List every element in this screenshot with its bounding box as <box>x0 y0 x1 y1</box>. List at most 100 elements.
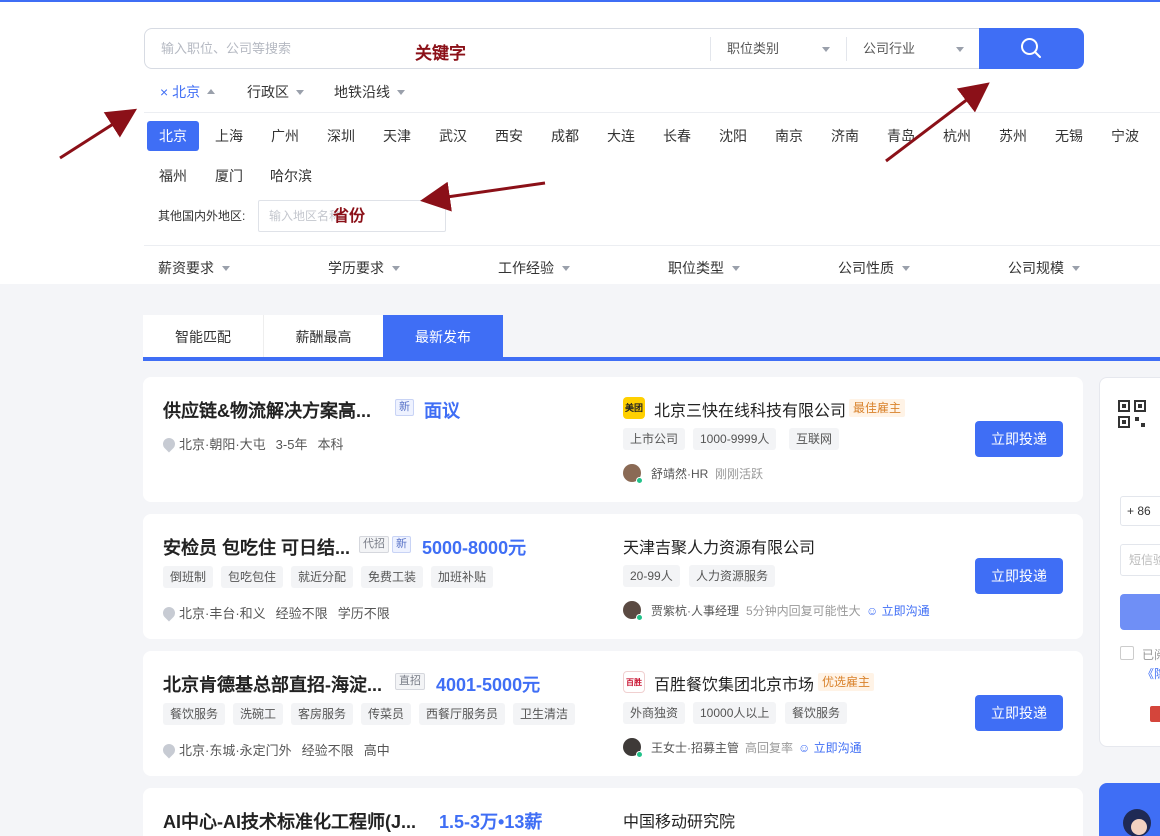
job-tag: 包吃包住 <box>221 566 284 588</box>
job-title[interactable]: 供应链&物流解决方案高... <box>163 397 371 423</box>
online-dot <box>636 477 643 484</box>
agree-text: 已阅 <box>1142 648 1160 662</box>
job-experience: 经验不限 <box>301 743 354 758</box>
job-card[interactable]: 北京肯德基总部直招-海淀... 直招 4001-5000元 餐饮服务 洗碗工 客… <box>143 651 1083 776</box>
online-dot <box>636 751 643 758</box>
city-option[interactable]: 无锡 <box>1043 121 1095 151</box>
job-tag: 西餐厅服务员 <box>419 703 506 725</box>
recruiter-name: 贾紫杭·人事经理 <box>651 604 739 618</box>
job-education: 高中 <box>363 743 390 758</box>
city-option[interactable]: 沈阳 <box>707 121 759 151</box>
chat-link-label: 立即沟通 <box>813 741 862 755</box>
apply-button[interactable]: 立即投递 <box>975 558 1063 594</box>
city-option[interactable]: 青岛 <box>875 121 927 151</box>
city-option[interactable]: 长春 <box>651 121 703 151</box>
education-filter[interactable]: 学历要求 <box>328 258 400 278</box>
subway-filter[interactable]: 地铁沿线 <box>334 82 405 102</box>
company-size-filter-label: 公司规模 <box>1008 260 1064 276</box>
job-salary: 面议 <box>424 401 460 421</box>
city-option[interactable]: 杭州 <box>931 121 983 151</box>
job-title[interactable]: 北京肯德基总部直招-海淀... <box>163 671 382 697</box>
city-option[interactable]: 苏州 <box>987 121 1039 151</box>
job-card[interactable]: AI中心-AI技术标准化工程师(J... 1.5-3万•13薪 中国移动研究院 <box>143 788 1083 836</box>
search-button[interactable] <box>979 28 1084 69</box>
agree-checkbox[interactable] <box>1120 646 1134 660</box>
company-tag: 餐饮服务 <box>785 702 848 724</box>
job-tag: 传菜员 <box>361 703 412 725</box>
city-option[interactable]: 武汉 <box>427 121 479 151</box>
chat-bubble-icon: ☺ <box>798 741 811 755</box>
tab-smart-match[interactable]: 智能匹配 <box>143 315 263 357</box>
privacy-link[interactable]: 《隐 <box>1142 665 1160 682</box>
city-option[interactable]: 天津 <box>371 121 423 151</box>
salary-filter-label: 薪资要求 <box>158 260 214 276</box>
city-option[interactable]: 济南 <box>819 121 871 151</box>
chat-bubble-icon: ☺ <box>866 604 879 618</box>
city-option[interactable]: 广州 <box>259 121 311 151</box>
qr-code-icon[interactable] <box>1118 400 1146 428</box>
city-option[interactable]: 西安 <box>483 121 535 151</box>
job-education: 学历不限 <box>337 606 390 621</box>
sms-code-input[interactable]: 短信验 <box>1120 544 1160 576</box>
city-option[interactable]: 宁波 <box>1099 121 1151 151</box>
job-tag: 倒班制 <box>163 566 214 588</box>
city-option[interactable]: 北京 <box>147 121 199 151</box>
tab-underline <box>143 357 1160 361</box>
city-option[interactable]: 福州 <box>147 161 199 191</box>
city-option[interactable]: 深圳 <box>315 121 367 151</box>
job-tag: 就近分配 <box>291 566 354 588</box>
chat-link[interactable]: ☺ 立即沟通 <box>798 739 862 756</box>
job-type-filter[interactable]: 职位类型 <box>668 258 740 278</box>
login-button[interactable] <box>1120 594 1160 630</box>
chat-link[interactable]: ☺ 立即沟通 <box>866 602 930 619</box>
company-name[interactable]: 北京三快在线科技有限公司 <box>654 397 846 421</box>
agency-badge: 代招 <box>359 536 389 553</box>
city-option[interactable]: 上海 <box>203 121 255 151</box>
job-type-filter-label: 职位类型 <box>668 260 724 276</box>
job-salary: 1.5-3万•13薪 <box>439 812 543 832</box>
app-icon[interactable] <box>1150 706 1160 722</box>
company-nature-filter-label: 公司性质 <box>838 260 894 276</box>
district-filter[interactable]: 行政区 <box>247 82 304 102</box>
company-industry-select[interactable]: 公司行业 <box>846 37 964 61</box>
salary-filter[interactable]: 薪资要求 <box>158 258 230 278</box>
recruiter-status: 5分钟内回复可能性大 <box>746 604 861 618</box>
job-title[interactable]: AI中心-AI技术标准化工程师(J... <box>163 808 416 834</box>
job-meta-row: 北京·东城·永定门外 经验不限 高中 <box>160 740 390 759</box>
job-tag: 餐饮服务 <box>163 703 226 725</box>
tab-highest-pay[interactable]: 薪酬最高 <box>263 315 383 357</box>
company-size-filter[interactable]: 公司规模 <box>1008 258 1080 278</box>
job-card[interactable]: 安检员 包吃住 可日结... 代招 新 5000-8000元 倒班制 包吃包住 … <box>143 514 1083 639</box>
selected-city-chip[interactable]: × 北京 <box>160 82 216 102</box>
district-filter-label: 行政区 <box>247 84 289 100</box>
online-dot <box>636 614 643 621</box>
city-option[interactable]: 大连 <box>595 121 647 151</box>
job-title[interactable]: 安检员 包吃住 可日结... <box>163 534 350 560</box>
experience-filter[interactable]: 工作经验 <box>498 258 570 278</box>
promo-banner[interactable] <box>1099 783 1160 836</box>
job-meta-row: 北京·朝阳·大屯 3-5年 本科 <box>160 434 343 453</box>
city-option[interactable]: 厦门 <box>203 161 255 191</box>
company-name[interactable]: 百胜餐饮集团北京市场 <box>654 671 814 695</box>
job-experience: 3-5年 <box>275 437 308 452</box>
phone-prefix-select[interactable]: + 86 <box>1120 496 1160 526</box>
job-location: 北京·朝阳·大屯 <box>179 437 266 452</box>
apply-button[interactable]: 立即投递 <box>975 421 1063 457</box>
chat-link-label: 立即沟通 <box>881 604 930 618</box>
job-card[interactable]: 供应链&物流解决方案高... 新 面议 北京·朝阳·大屯 3-5年 本科 美团 北京… <box>143 377 1083 502</box>
tab-latest[interactable]: 最新发布 <box>383 315 503 357</box>
chevron-down-icon <box>1072 266 1080 271</box>
city-option[interactable]: 成都 <box>539 121 591 151</box>
company-nature-filter[interactable]: 公司性质 <box>838 258 910 278</box>
result-tabs: 智能匹配 薪酬最高 最新发布 <box>143 315 1160 361</box>
company-name[interactable]: 天津吉聚人力资源有限公司 <box>623 534 815 558</box>
city-option[interactable]: 哈尔滨 <box>259 161 323 191</box>
company-name[interactable]: 中国移动研究院 <box>623 808 735 832</box>
job-salary: 5000-8000元 <box>422 538 527 558</box>
city-option[interactable]: 南京 <box>763 121 815 151</box>
company-tag: 外商独资 <box>623 702 686 724</box>
job-tag: 免费工装 <box>361 566 424 588</box>
apply-button[interactable]: 立即投递 <box>975 695 1063 731</box>
annotation-province: 省份 <box>333 208 366 225</box>
job-category-select[interactable]: 职位类别 <box>710 37 830 61</box>
